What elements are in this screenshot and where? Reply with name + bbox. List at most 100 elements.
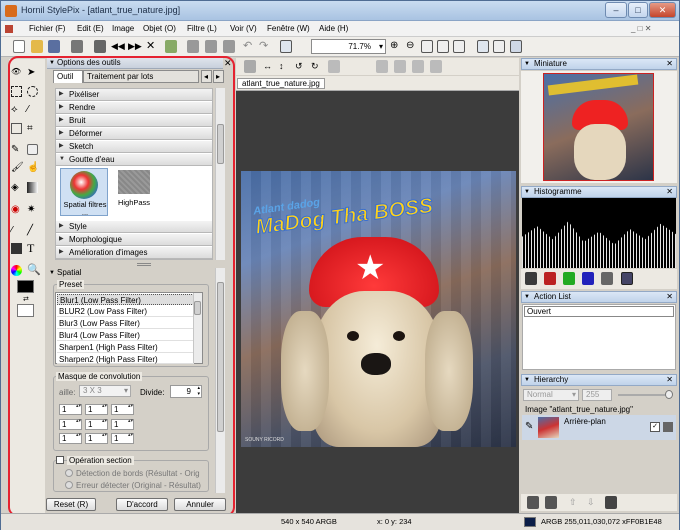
channel-green-icon[interactable] xyxy=(563,272,575,285)
minimize-button[interactable]: – xyxy=(605,2,627,18)
layout-icon[interactable] xyxy=(510,40,522,53)
mdi-controls[interactable]: _ □ ✕ xyxy=(631,24,651,33)
title-bar: Hornil StylePix - [atlant_true_nature.jp… xyxy=(1,1,679,21)
image-credit: SOUNY RICORD xyxy=(245,437,284,443)
opacity-input[interactable]: 255 xyxy=(582,389,612,401)
chevron-down-icon: ▾ xyxy=(571,390,576,399)
opacity-slider-handle[interactable] xyxy=(665,390,673,399)
status-size: 540 x 540 ARGB xyxy=(281,517,337,526)
fit-icon[interactable] xyxy=(421,40,433,53)
menu-view[interactable]: Voir (V) xyxy=(230,24,257,33)
right-eye xyxy=(393,331,405,341)
close-button[interactable]: ✕ xyxy=(649,2,676,18)
menu-filter[interactable]: Filtre (L) xyxy=(187,24,217,33)
crop-icon[interactable] xyxy=(187,40,199,53)
duplicate-layer-icon[interactable] xyxy=(545,496,557,509)
menu-window[interactable]: Fenêtre (W) xyxy=(267,24,310,33)
menu-edit[interactable]: Edit (E) xyxy=(77,24,104,33)
prev-icon[interactable]: ◀◀ xyxy=(111,40,125,53)
channel-blue-icon[interactable] xyxy=(582,272,594,285)
close-doc-icon[interactable]: ✕ xyxy=(146,40,158,53)
zoom-in-icon[interactable]: ⊕ xyxy=(390,40,402,53)
save-icon[interactable] xyxy=(48,40,60,53)
rotate-right-icon[interactable]: ↻ xyxy=(311,60,323,73)
chevron-down-icon: ▾ xyxy=(378,42,383,51)
group-icon[interactable] xyxy=(412,60,424,73)
layer-visible-checkbox[interactable]: ✓ xyxy=(650,422,660,432)
move-up-icon[interactable]: ⇧ xyxy=(569,496,581,509)
app-icon xyxy=(5,5,17,17)
close-panel-icon[interactable]: ✕ xyxy=(666,187,673,197)
layer-name: Arrière-plan xyxy=(564,417,606,426)
layer-row[interactable]: ✎ Arrière-plan ✓ xyxy=(522,415,676,440)
blend-mode-select[interactable]: Normal ▾ xyxy=(523,389,579,401)
actual-size-icon[interactable] xyxy=(437,40,449,53)
new-icon[interactable] xyxy=(13,40,25,53)
new-layer-icon[interactable] xyxy=(527,496,539,509)
zoom-select[interactable]: 71.7% ▾ xyxy=(311,39,386,54)
maximize-button[interactable]: □ xyxy=(628,2,648,18)
miniature-image[interactable] xyxy=(543,73,654,181)
window-title: Hornil StylePix - [atlant_true_nature.jp… xyxy=(21,5,181,15)
close-panel-icon[interactable]: ✕ xyxy=(666,59,673,69)
distribute-icon[interactable] xyxy=(394,60,406,73)
settings-icon[interactable] xyxy=(165,40,177,53)
left-ear xyxy=(281,311,329,431)
move-down-icon[interactable]: ⇩ xyxy=(587,496,599,509)
star-icon: ★ xyxy=(355,249,386,287)
ungroup-icon[interactable] xyxy=(430,60,442,73)
menu-image[interactable]: Image xyxy=(112,24,134,33)
menu-object[interactable]: Objet (O) xyxy=(143,24,176,33)
resize-icon[interactable] xyxy=(223,40,235,53)
flip-h-icon[interactable]: ↔ xyxy=(263,60,275,73)
document-image[interactable]: Atlant dadog MaDog Tha BOSS ★ SOUNY RICO… xyxy=(241,171,516,447)
status-color-swatch xyxy=(524,517,536,527)
panel-toggle-icon[interactable] xyxy=(280,40,292,53)
close-panel-icon[interactable]: ✕ xyxy=(666,292,673,302)
mini-text xyxy=(547,74,639,96)
guides-icon[interactable] xyxy=(493,40,505,53)
zoom-out-icon[interactable]: ⊖ xyxy=(406,40,418,53)
menu-file[interactable]: Fichier (F) xyxy=(29,24,65,33)
print-icon[interactable] xyxy=(71,40,83,53)
open-icon[interactable] xyxy=(31,40,43,53)
transform-icon[interactable] xyxy=(244,60,256,73)
status-coords: x: 0 y: 234 xyxy=(377,517,412,526)
canvas-area[interactable]: atlant_true_nature.jpg Atlant dadog MaDo… xyxy=(236,76,519,513)
fullscreen-icon[interactable] xyxy=(453,40,465,53)
channel-red-icon[interactable] xyxy=(544,272,556,285)
channel-luma-icon[interactable] xyxy=(621,272,633,285)
layer-thumbnail xyxy=(538,417,559,438)
layer-toolbar: ⇧ ⇩ xyxy=(521,494,677,511)
flip-v-icon[interactable]: ↕ xyxy=(279,60,291,73)
delete-layer-icon[interactable] xyxy=(605,496,617,509)
next-icon[interactable]: ▶▶ xyxy=(128,40,142,53)
close-panel-icon[interactable]: ✕ xyxy=(666,375,673,385)
hierarchy-header: Hierarchy ▼ ✕ xyxy=(521,374,677,386)
action-list: Ouvert xyxy=(522,304,676,370)
channel-alpha-icon[interactable] xyxy=(601,272,613,285)
capture-icon[interactable] xyxy=(94,40,106,53)
miniature-panel xyxy=(521,71,677,183)
channel-rgb-icon[interactable] xyxy=(525,272,537,285)
action-item[interactable]: Ouvert xyxy=(524,306,674,317)
status-color: ARGB 255,011,030,072 xFF0B1E48 xyxy=(541,517,662,526)
rotate-left-icon[interactable]: ↺ xyxy=(295,60,307,73)
rotate-icon[interactable] xyxy=(205,40,217,53)
nose xyxy=(361,353,391,375)
lock-icon[interactable] xyxy=(663,422,673,432)
arrange-icon[interactable] xyxy=(376,60,388,73)
mini-dog xyxy=(574,124,626,180)
status-bar: 540 x 540 ARGB x: 0 y: 234 ARGB 255,011,… xyxy=(1,513,679,530)
undo-icon[interactable]: ↶ xyxy=(243,40,255,53)
align-icon[interactable] xyxy=(328,60,340,73)
action-list-header: Action List ▼ ✕ xyxy=(521,291,677,303)
opacity-slider[interactable] xyxy=(618,390,673,399)
hierarchy-image-name: Image "atlant_true_nature.jpg" xyxy=(525,405,633,414)
grid-icon[interactable] xyxy=(477,40,489,53)
app-menu-icon[interactable] xyxy=(5,25,13,33)
redo-icon[interactable]: ↷ xyxy=(259,40,271,53)
document-tab[interactable]: atlant_true_nature.jpg xyxy=(237,78,325,89)
histogram-channel-bar xyxy=(521,269,677,289)
menu-help[interactable]: Aide (H) xyxy=(319,24,348,33)
